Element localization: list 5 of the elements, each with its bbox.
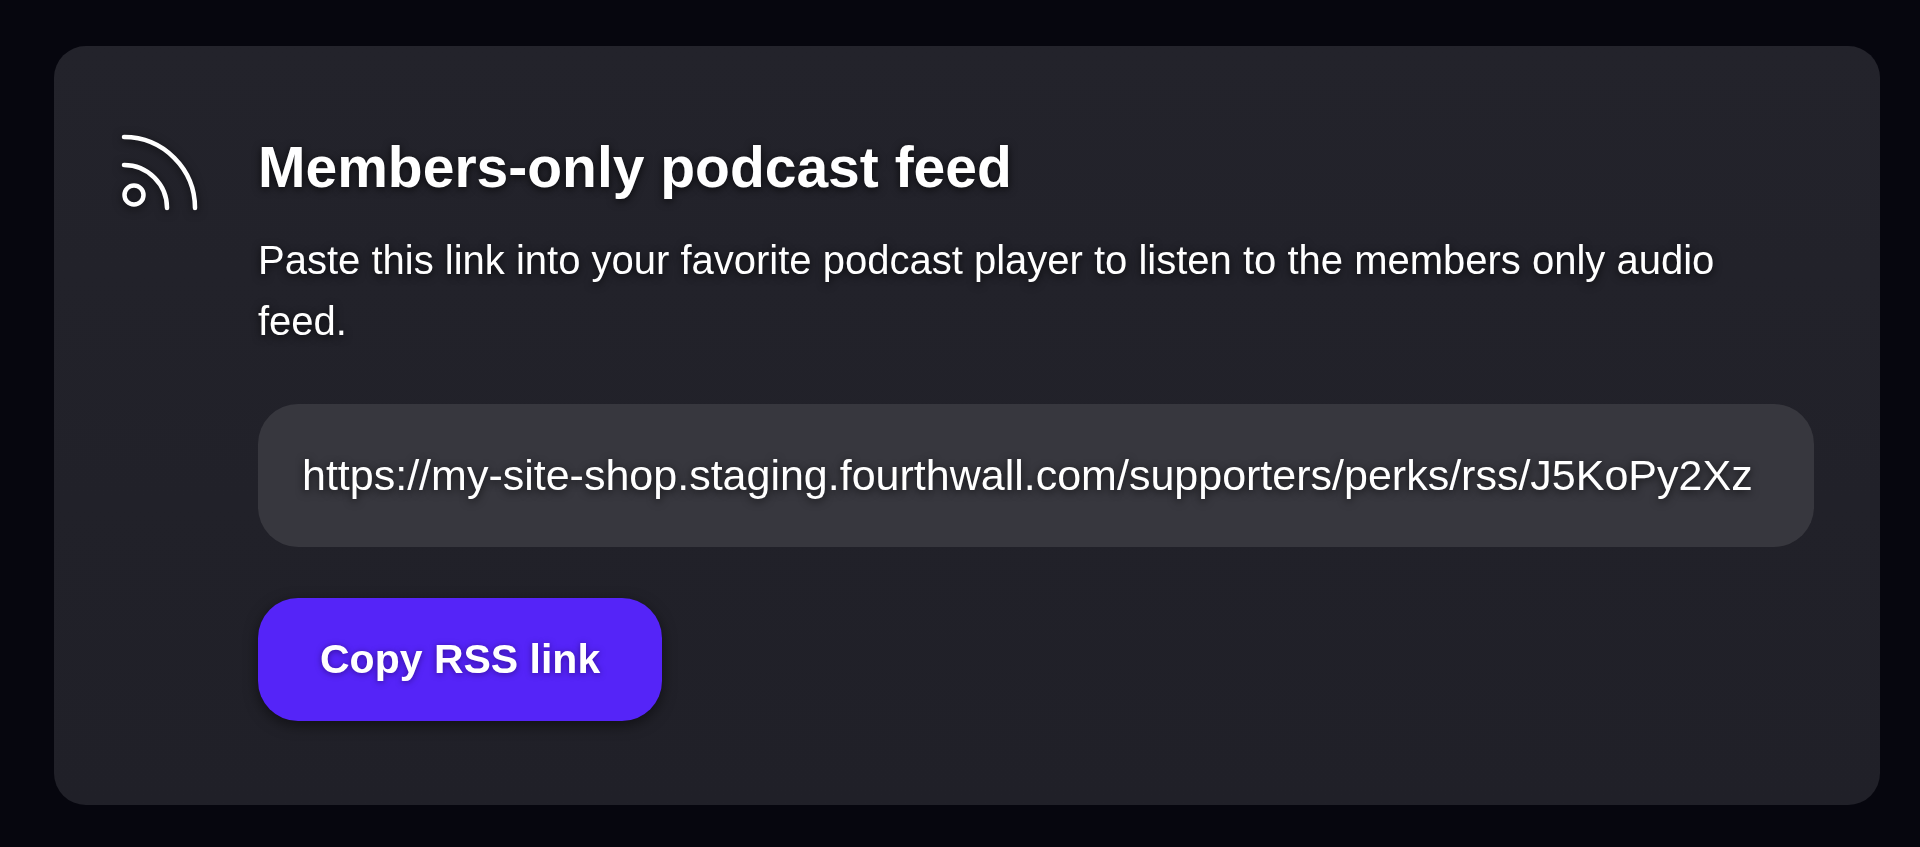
feed-url-field[interactable]: https://my-site-shop.staging.fourthwall.com/supporters/perks/rss/J5KoPy2Xz: [258, 404, 1814, 547]
copy-rss-button[interactable]: Copy RSS link: [258, 598, 663, 721]
card-description: Paste this link into your favorite podcast player to listen to the members only audio feed.: [258, 237, 1716, 345]
card-title: Members-only podcast feed: [258, 134, 1012, 200]
rss-icon: [120, 132, 198, 212]
